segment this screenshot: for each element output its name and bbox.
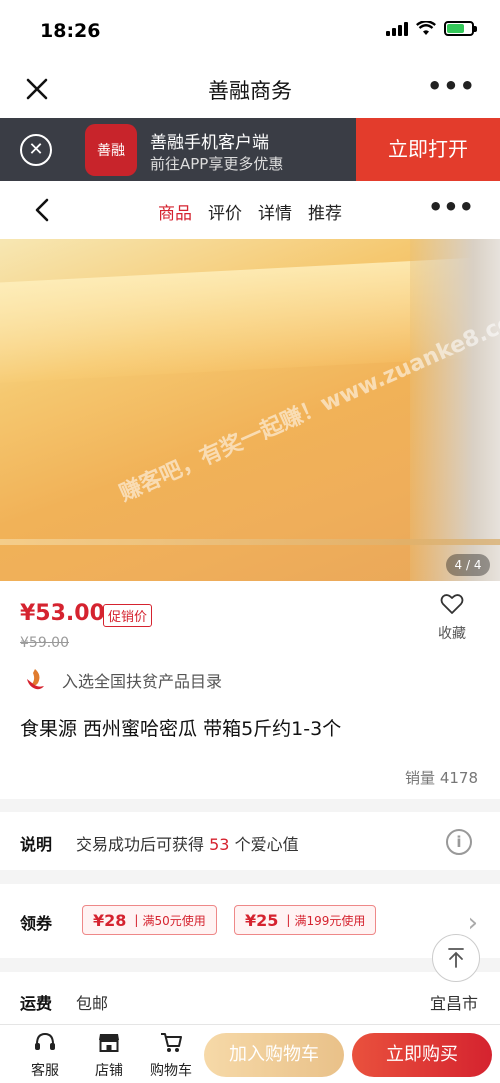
tab-recommend[interactable]: 推荐 [308,199,342,224]
product-tab-bar: 商品 评价 详情 推荐 ••• [0,181,500,239]
status-icons [386,20,477,36]
love-points-text: 交易成功后可获得 53 个爱心值 [76,835,299,854]
back-to-top-button[interactable] [432,934,480,982]
product-info-card: ¥53.00 促销价 ¥59.00 收藏 入选全国扶贫产品目录 食果源 西州蜜哈… [0,581,500,799]
image-counter: 4 / 4 [446,554,490,576]
poverty-tag: 入选全国扶贫产品目录 [62,672,223,691]
shipping-value: 包邮 [76,994,109,1013]
arrow-up-icon [448,948,464,968]
coupon-item[interactable]: ¥28 | 满50元使用 [82,905,217,935]
customer-service-button[interactable]: 客服 [20,1031,70,1080]
sales-label: 销量 [405,769,436,787]
back-icon[interactable] [30,197,56,223]
navigation-bar: 善融商务 ••• [0,60,500,118]
page-title: 善融商务 [208,79,292,103]
tab-reviews[interactable]: 评价 [208,199,242,224]
sales-count: 销量 4178 [405,767,478,788]
shipping-row: 运费 包邮 宜昌市 [0,972,500,1024]
status-time: 18:26 [40,20,101,42]
coupon-label: 领券 [20,914,53,933]
heart-icon [440,594,464,614]
bottom-action-bar: 客服 店铺 购物车 加入购物车 立即购买 [0,1024,500,1083]
tabs: 商品 评价 详情 推荐 [158,199,342,224]
coupon-item[interactable]: ¥25 | 满199元使用 [234,905,377,935]
open-app-button[interactable]: 立即打开 [356,118,500,181]
favorite-button[interactable]: 收藏 [422,591,482,643]
shipping-label: 运费 [20,994,53,1013]
chevron-right-icon: › [467,908,478,938]
more-options-icon[interactable]: ••• [427,72,476,100]
headset-icon [35,1032,55,1050]
info-icon[interactable]: i [446,829,472,855]
shipping-city[interactable]: 宜昌市 [430,990,478,1014]
love-points-row: 说明 交易成功后可获得 53 个爱心值 i [0,812,500,870]
product-title: 食果源 西州蜜哈密瓜 带箱5斤约1-3个 [20,718,342,740]
product-image[interactable]: 赚客吧，有奖一起赚！www.zuanke8.com [0,239,500,581]
tab-details[interactable]: 详情 [258,199,292,224]
original-price: ¥59.00 [20,635,69,651]
wifi-icon [416,20,436,35]
more-options-icon[interactable]: ••• [428,193,474,221]
sales-value: 4178 [439,769,478,787]
store-icon [99,1034,119,1052]
cart-button[interactable]: 购物车 [146,1031,196,1080]
banner-close-icon[interactable]: ✕ [20,134,52,166]
info-label: 说明 [20,835,53,854]
poverty-alleviation-icon [27,669,44,690]
shop-button[interactable]: 店铺 [84,1031,134,1080]
favorite-label: 收藏 [438,626,466,642]
cellular-signal-icon [386,20,408,36]
app-download-banner: ✕ 善融 善融手机客户端 前往APP享更多优惠 立即打开 [0,118,500,181]
love-points-value: 53 [209,835,230,854]
add-to-cart-button[interactable]: 加入购物车 [204,1033,344,1077]
banner-app-name: 善融手机客户端 [150,133,269,153]
tab-product[interactable]: 商品 [158,199,192,224]
coupon-row[interactable]: 领券 ¥28 | 满50元使用 ¥25 | 满199元使用 › [0,884,500,958]
buy-now-button[interactable]: 立即购买 [352,1033,492,1077]
banner-subtitle: 前往APP享更多优惠 [150,155,284,173]
app-logo: 善融 [85,124,137,176]
sale-price: ¥53.00 [20,601,105,626]
battery-icon [444,20,477,36]
shopping-cart-icon [161,1033,182,1052]
status-bar: 18:26 [0,0,500,60]
promo-badge: 促销价 [103,604,153,627]
